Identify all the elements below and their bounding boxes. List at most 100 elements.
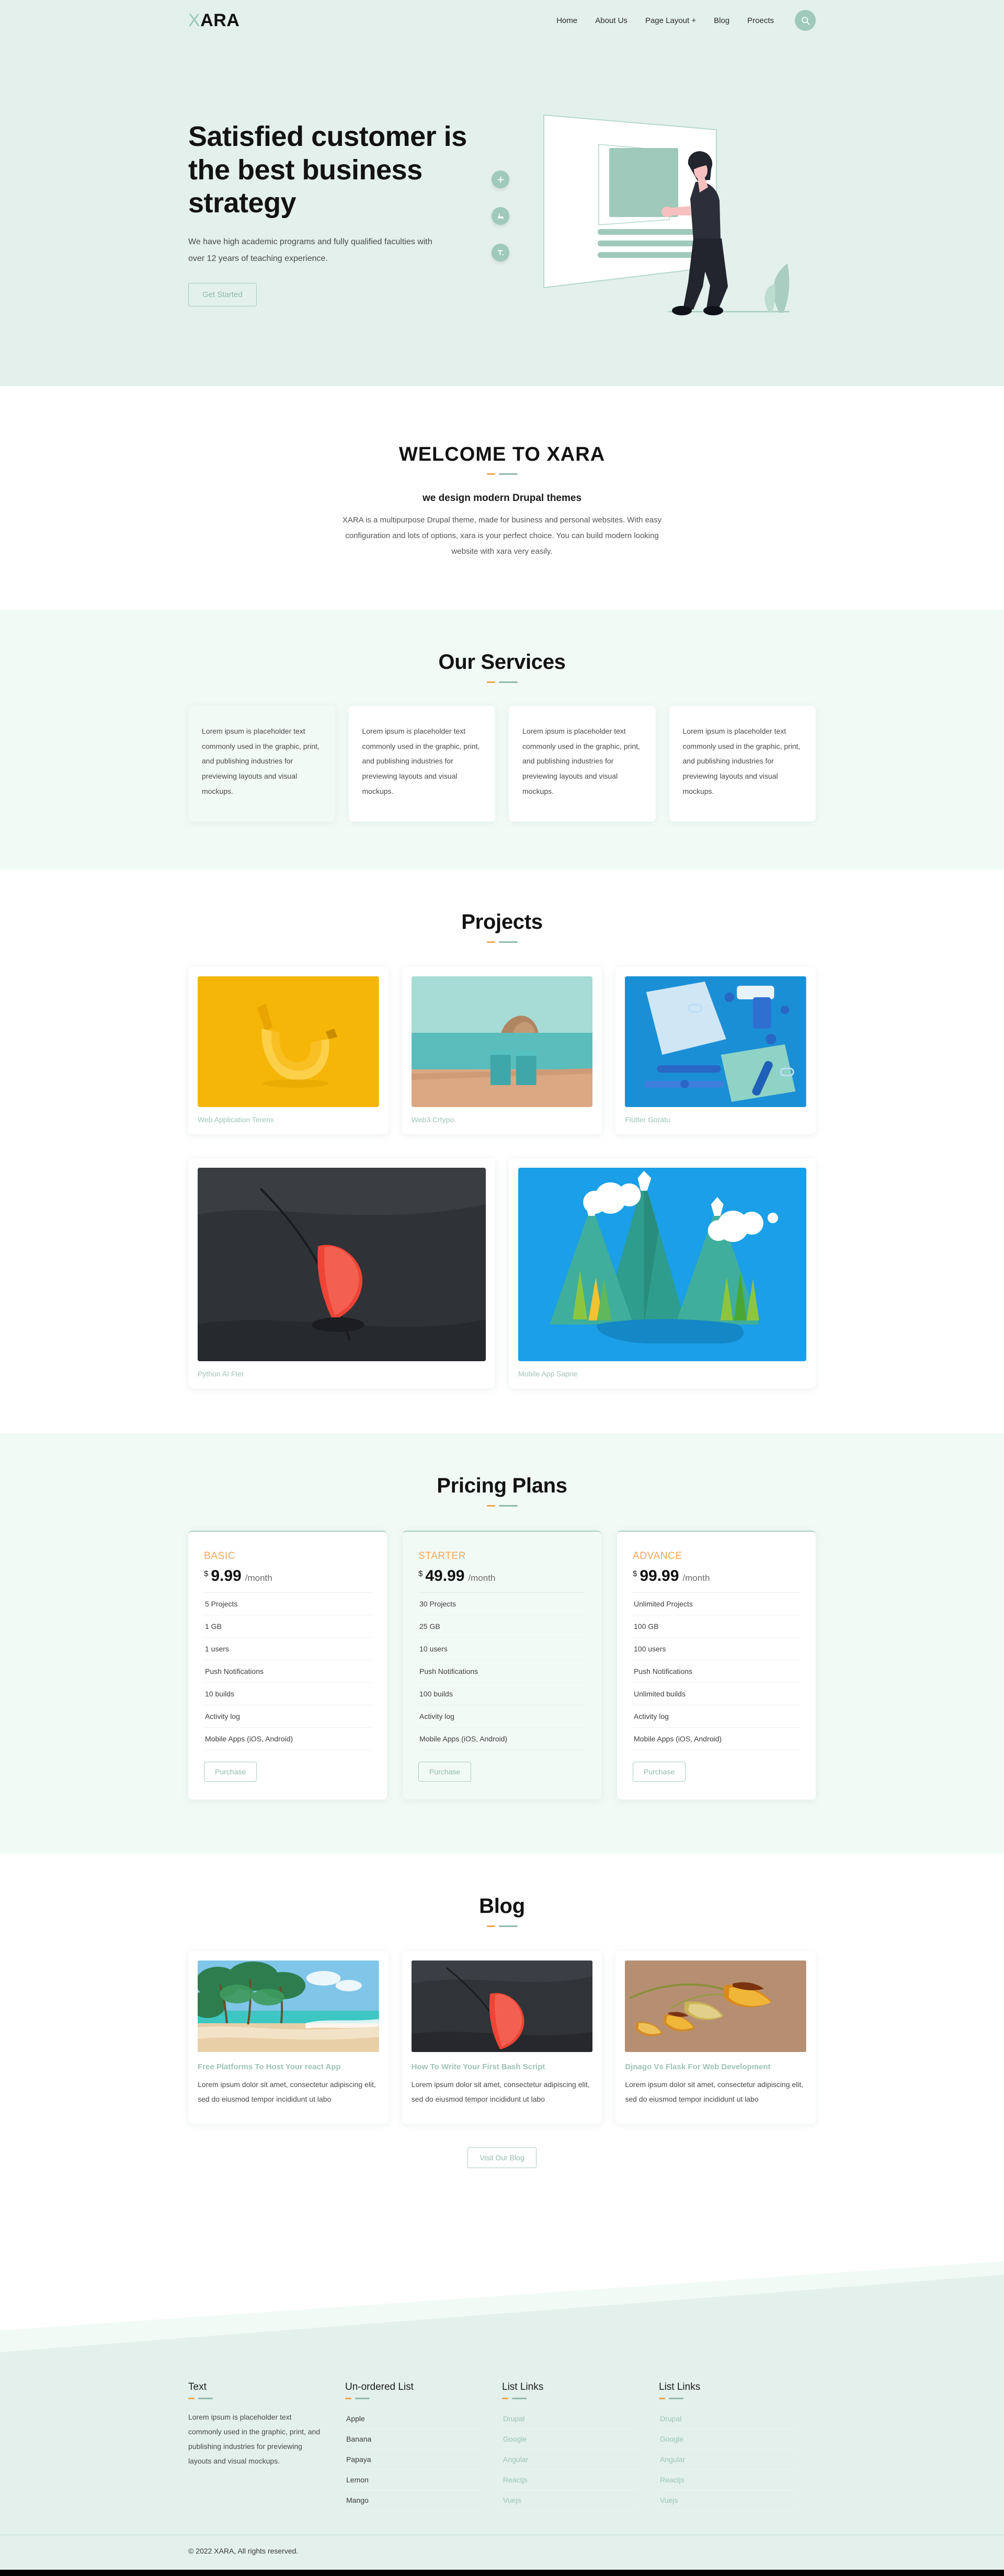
footer-link[interactable]: Drupal [659,2409,795,2430]
footer-column-heading: Un-ordered List [345,2381,414,2393]
divider-orange [659,2398,665,2400]
footer-link[interactable]: Google [659,2429,795,2450]
service-card[interactable]: Lorem ipsum is placeholder text commonly… [188,706,335,822]
purchase-button[interactable]: Purchase [418,1762,472,1782]
divider-orange [486,1925,495,1928]
plan-feature: 10 builds [204,1683,371,1706]
nav-item-page-layout[interactable]: Page Layout + [645,16,696,25]
project-card[interactable]: Web3 Crtypo [402,967,602,1135]
text-icon[interactable] [492,244,509,261]
divider-orange [486,941,495,943]
project-title: Python AI Fter [198,1370,244,1378]
blog-card[interactable]: Djnago Vs Flask For Web Development Lore… [615,1951,816,2125]
plan-feature-list: Unlimited Projects 100 GB 100 users Push… [633,1592,800,1751]
footer-link[interactable]: Vuejs [659,2490,795,2511]
visit-our-blog-button[interactable]: Visit Our Blog [467,2147,537,2169]
pricing-card-basic[interactable]: BASIC $ 9.99 /month 5 Projects 1 GB 1 us… [188,1531,387,1800]
pricing-card-starter[interactable]: STARTER $ 49.99 /month 30 Projects 25 GB… [403,1531,601,1800]
service-card[interactable]: Lorem ipsum is placeholder text commonly… [509,706,656,822]
service-card[interactable]: Lorem ipsum is placeholder text commonly… [669,706,816,822]
divider-green [512,2398,527,2400]
footer-column-heading: List Links [659,2381,701,2393]
service-card-text: Lorem ipsum is placeholder text commonly… [522,727,640,795]
divider-green [198,2398,213,2400]
footer-column-text: Text Lorem ipsum is placeholder text com… [188,2381,345,2511]
plan-feature-list: 5 Projects 1 GB 1 users Push Notificatio… [204,1592,371,1751]
project-card[interactable]: Flutter Goratu [615,967,816,1135]
plan-amount: 99.99 [640,1567,679,1585]
diagonal-transition [0,2216,1004,2353]
footer-link[interactable]: Vuejs [502,2490,638,2511]
hero-illustration [523,104,816,323]
divider-green [498,1925,518,1928]
search-icon [801,16,810,25]
pricing-title: Pricing Plans [437,1474,567,1498]
blog-post-excerpt: Lorem ipsum dolor sit amet, consectetur … [411,2080,590,2103]
primary-navigation: Home About Us Page Layout + Blog Proects [556,10,816,31]
nav-item-blog[interactable]: Blog [714,16,729,25]
project-card[interactable]: Python AI Fter [188,1158,495,1389]
hero-paragraph: We have high academic programs and fully… [188,237,432,264]
footer-link[interactable]: Angular [659,2449,795,2470]
footer-link[interactable]: Angular [502,2449,638,2470]
footer-link[interactable]: Drupal [502,2409,638,2430]
welcome-section: WELCOME TO XARA we design modern Drupal … [0,386,1004,610]
section-divider [188,1925,816,1928]
plan-feature: Mobile Apps (iOS, Android) [418,1728,586,1751]
blog-post-title[interactable]: Free Platforms To Host Your react App [198,2061,379,2072]
footer-link-list: Drupal Google Angular Reactjs Vuejs [659,2409,795,2511]
section-divider [345,2398,481,2400]
blog-card[interactable]: Free Platforms To Host Your react App Lo… [188,1951,389,2125]
section-divider [188,2398,324,2400]
project-title: Flutter Goratu [625,1115,670,1124]
plan-price: $ 99.99 /month [633,1567,800,1585]
project-card[interactable]: Mobile App Sapne [509,1158,816,1389]
footer-link[interactable]: Reactjs [502,2470,638,2491]
footer-text-body: Lorem ipsum is placeholder text commonly… [188,2413,321,2466]
divider-orange [486,473,495,475]
pricing-card-advance[interactable]: ADVANCE $ 99.99 /month Unlimited Project… [617,1531,816,1800]
list-item: Apple [345,2409,481,2430]
blog-post-title[interactable]: Djnago Vs Flask For Web Development [625,2061,806,2072]
blog-card[interactable]: How To Write Your First Bash Script Lore… [402,1951,602,2125]
blog-post-excerpt: Lorem ipsum dolor sit amet, consectetur … [198,2080,376,2103]
search-button[interactable] [795,10,816,31]
nav-item-projects[interactable]: Proects [747,16,774,25]
divider-green [669,2398,683,2400]
section-divider [188,941,816,943]
divider-orange [345,2398,351,2400]
currency-symbol: $ [418,1569,423,1579]
plan-feature: Push Notifications [418,1660,586,1683]
service-card-text: Lorem ipsum is placeholder text commonly… [362,727,480,795]
get-started-button[interactable]: Get Started [188,283,257,307]
footer-link[interactable]: Reactjs [659,2470,795,2491]
purchase-button[interactable]: Purchase [204,1762,257,1782]
blog-post-title[interactable]: How To Write Your First Bash Script [412,2061,593,2072]
project-thumbnail [411,976,593,1108]
project-card[interactable]: Web Application Terenx [188,967,389,1135]
plan-amount: 49.99 [425,1567,465,1585]
footer-link[interactable]: Google [502,2429,638,2450]
plan-period: /month [245,1573,272,1583]
blog-post-excerpt: Lorem ipsum dolor sit amet, consectetur … [625,2080,804,2103]
plan-feature: Activity log [418,1705,586,1728]
image-icon[interactable] [492,207,509,225]
currency-symbol: $ [633,1569,637,1579]
section-divider [188,473,816,475]
plan-period: /month [468,1573,496,1583]
plan-feature: 30 Projects [418,1593,586,1616]
nav-item-about-us[interactable]: About Us [595,16,628,25]
divider-orange [188,2398,195,2400]
project-thumbnail [198,976,379,1108]
divider-green [498,473,518,475]
plus-icon[interactable] [492,170,509,188]
blog-thumbnail [625,1961,807,2053]
hero-section: Satisfied customer is the best business … [0,41,1004,386]
copyright-text: © 2022 XARA, All rights reserved. [188,2547,299,2556]
site-logo[interactable]: XARA [188,12,239,29]
nav-item-home[interactable]: Home [556,16,577,25]
purchase-button[interactable]: Purchase [633,1762,686,1782]
plan-feature: 100 GB [633,1615,800,1638]
service-card[interactable]: Lorem ipsum is placeholder text commonly… [348,706,495,822]
divider-green [355,2398,370,2400]
